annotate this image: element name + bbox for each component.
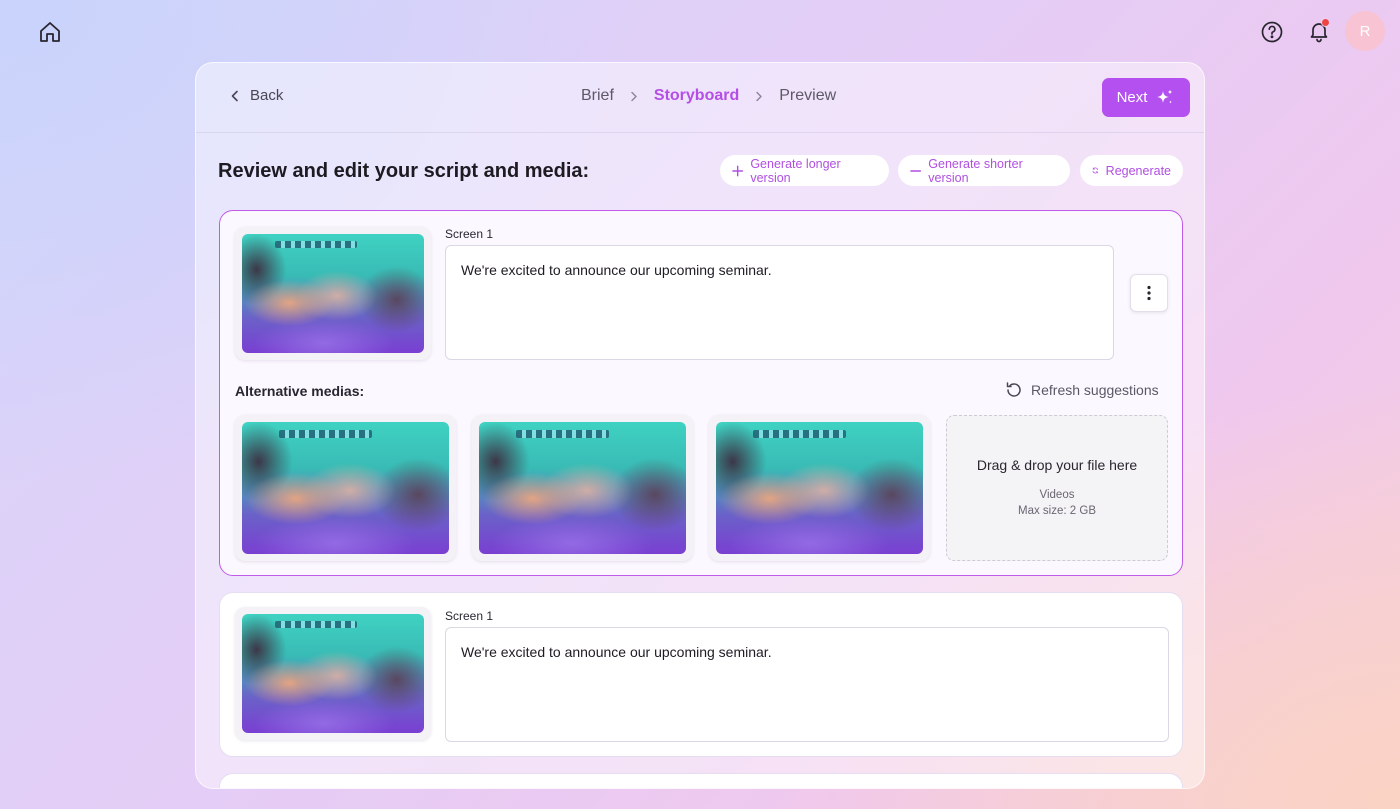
more-vertical-icon	[1147, 285, 1151, 301]
screen-label: Screen 1	[445, 227, 494, 241]
script-textarea[interactable]: We're excited to announce our upcoming s…	[445, 627, 1169, 742]
dropzone-file-type: Videos	[1039, 489, 1075, 501]
generate-shorter-button[interactable]: Generate shorter version	[898, 155, 1070, 186]
chevron-right-icon	[630, 91, 638, 102]
screen-label: Screen 1	[445, 609, 494, 623]
avatar-initial: R	[1359, 22, 1371, 40]
regenerate-label: Regenerate	[1105, 163, 1171, 178]
chevron-right-icon	[755, 91, 763, 102]
rotate-ccw-icon	[1006, 382, 1021, 397]
page-title: Review and edit your script and media:	[218, 160, 590, 182]
minus-icon	[910, 169, 922, 172]
back-button[interactable]: Back	[230, 87, 283, 104]
screen-card[interactable]: Screen 1 We're excited to announce our u…	[219, 592, 1183, 757]
regenerate-button[interactable]: Regenerate	[1080, 155, 1183, 186]
refresh-suggestions-button[interactable]: Refresh suggestions	[1005, 381, 1159, 399]
file-dropzone[interactable]: Drag & drop your file here Videos Max si…	[946, 415, 1168, 561]
alternative-media-1[interactable]	[235, 415, 456, 561]
alternative-medias-label: Alternative medias:	[235, 383, 365, 399]
script-textarea[interactable]: We're excited to announce our upcoming s…	[445, 245, 1114, 360]
avatar[interactable]: R	[1345, 11, 1385, 51]
refresh-icon	[1092, 167, 1099, 174]
generate-longer-label: Generate longer version	[750, 156, 841, 185]
sparkles-icon	[1157, 89, 1173, 103]
storyboard-panel: Back Brief Storyboard Preview Next Revie…	[195, 62, 1205, 789]
more-options-button[interactable]	[1130, 274, 1168, 312]
alternative-media-2[interactable]	[472, 415, 693, 561]
notification-dot	[1321, 18, 1330, 27]
screen-media-thumbnail[interactable]	[235, 227, 431, 360]
plus-icon	[732, 165, 744, 176]
screen-card[interactable]	[219, 773, 1183, 788]
chevron-left-icon	[231, 90, 238, 101]
stepper: Brief Storyboard Preview	[581, 87, 836, 105]
party-photo	[242, 422, 449, 554]
party-photo	[242, 614, 424, 733]
party-photo	[242, 234, 424, 353]
alternative-media-3[interactable]	[709, 415, 930, 561]
help-icon[interactable]	[1258, 18, 1286, 46]
back-label: Back	[250, 87, 284, 104]
dropzone-max-size: Max size: 2 GB	[1018, 505, 1096, 517]
party-photo	[716, 422, 923, 554]
panel-header: Back Brief Storyboard Preview Next	[196, 63, 1204, 133]
step-preview[interactable]: Preview	[779, 87, 836, 105]
step-storyboard[interactable]: Storyboard	[654, 87, 739, 105]
bell-icon[interactable]	[1305, 17, 1333, 45]
generate-shorter-label: Generate shorter version	[928, 156, 1023, 185]
step-brief[interactable]: Brief	[581, 87, 614, 105]
next-label: Next	[1116, 89, 1148, 106]
generate-longer-button[interactable]: Generate longer version	[720, 155, 889, 186]
party-photo	[479, 422, 686, 554]
refresh-suggestions-label: Refresh suggestions	[1031, 382, 1159, 398]
next-button[interactable]: Next	[1102, 78, 1190, 117]
dropzone-title: Drag & drop your file here	[976, 457, 1138, 473]
screen-card[interactable]: Screen 1 We're excited to announce our u…	[219, 210, 1183, 576]
home-icon[interactable]	[36, 18, 64, 46]
screen-media-thumbnail[interactable]	[235, 607, 431, 740]
